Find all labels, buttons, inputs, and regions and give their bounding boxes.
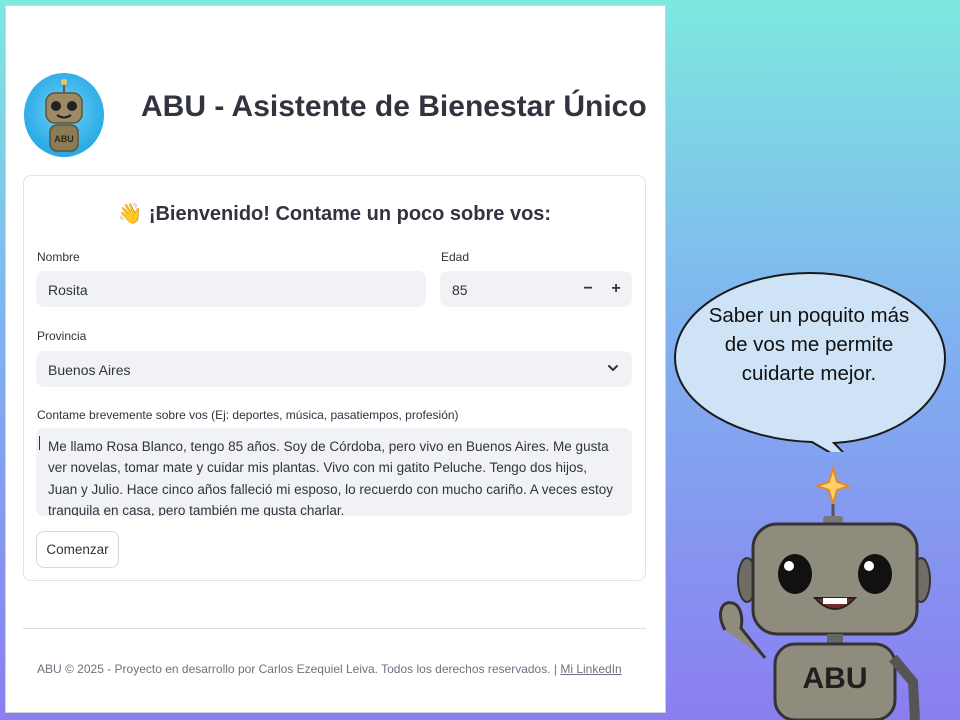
start-button[interactable]: Comenzar: [36, 531, 119, 568]
province-selected-value: Buenos Aires: [48, 362, 131, 378]
age-label: Edad: [441, 250, 470, 264]
sparkle-icon: [813, 464, 853, 508]
name-input-value: Rosita: [48, 282, 88, 298]
footer-divider: [23, 628, 646, 629]
form-heading-text: ¡Bienvenido! Contame un poco sobre vos:: [148, 203, 552, 225]
name-label: Nombre: [37, 250, 80, 264]
waving-hand-icon: 👋: [117, 203, 143, 225]
chevron-down-icon: [608, 365, 618, 371]
province-label: Provincia: [37, 329, 87, 343]
text-caret: [39, 436, 40, 450]
about-textarea-value: Me llamo Rosa Blanco, tengo 85 años. Soy…: [48, 439, 614, 516]
age-input-value: 85: [452, 282, 468, 298]
abu-logo-avatar: ABU: [24, 73, 104, 157]
form-heading: 👋 ¡Bienvenido! Contame un poco sobre vos:: [24, 201, 645, 226]
age-number-input[interactable]: 85 − +: [440, 271, 632, 307]
name-input[interactable]: Rosita: [36, 271, 426, 307]
logo-badge-text: ABU: [54, 134, 74, 144]
welcome-form: 👋 ¡Bienvenido! Contame un poco sobre vos:…: [23, 175, 646, 581]
robot-badge-text: ABU: [803, 662, 868, 695]
robot-mascot: ABU: [719, 464, 931, 720]
province-select[interactable]: Buenos Aires: [36, 351, 632, 387]
linkedin-link[interactable]: Mi LinkedIn: [560, 662, 621, 676]
age-increment-button[interactable]: +: [606, 280, 626, 298]
app-panel: ABU ABU - Asistente de Bienestar Único 👋…: [5, 5, 666, 713]
age-decrement-button[interactable]: −: [578, 280, 598, 298]
footer-text: ABU © 2025 - Proyecto en desarrollo por …: [37, 662, 561, 676]
footer: ABU © 2025 - Proyecto en desarrollo por …: [37, 662, 622, 676]
app-title: ABU - Asistente de Bienestar Único: [141, 90, 647, 123]
speech-bubble-text: Saber un poquito más de vos me permite c…: [708, 304, 910, 385]
robot-logo-icon: ABU: [45, 79, 83, 152]
about-textarea[interactable]: Me llamo Rosa Blanco, tengo 85 años. Soy…: [36, 428, 632, 516]
about-label: Contame brevemente sobre vos (Ej: deport…: [37, 408, 459, 422]
